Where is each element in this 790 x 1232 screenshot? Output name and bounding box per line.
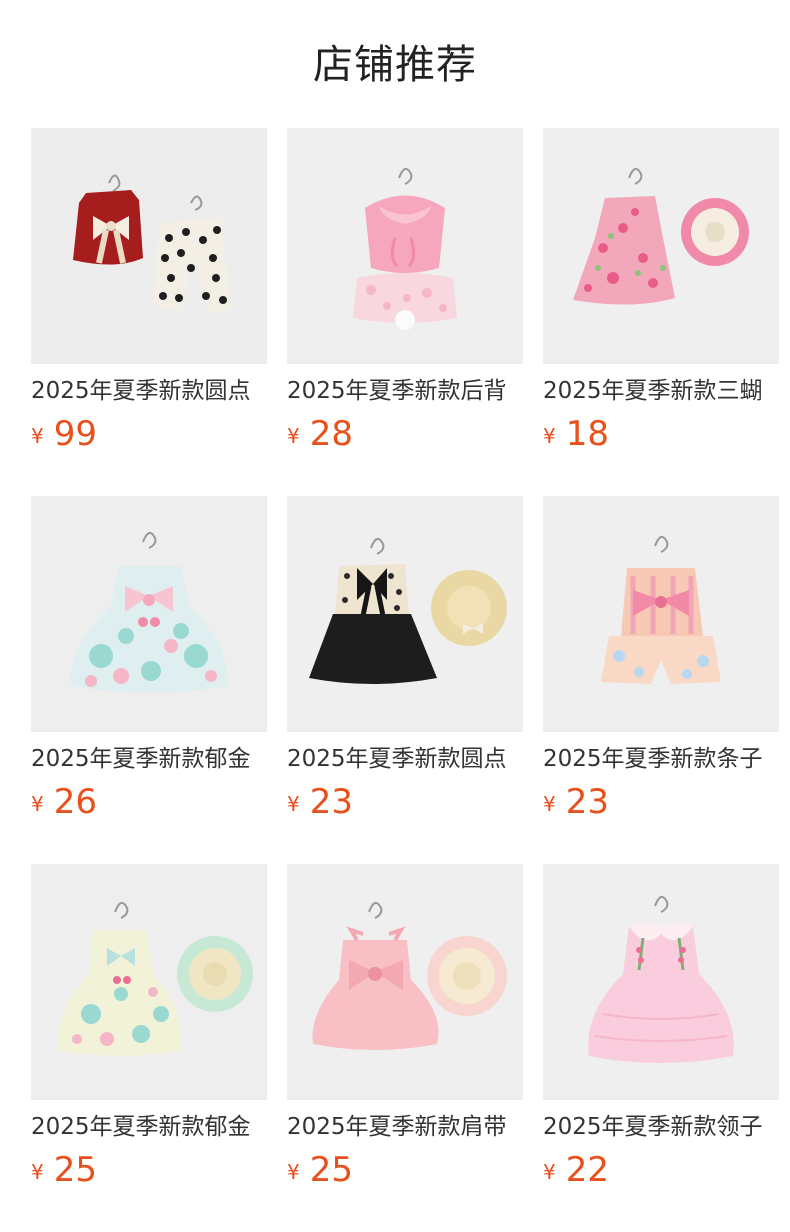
product-price: ¥99 <box>31 416 267 458</box>
product-price: ¥26 <box>31 784 267 826</box>
currency-symbol: ¥ <box>543 792 556 816</box>
product-price: ¥23 <box>543 784 779 826</box>
price-value: 18 <box>565 414 609 454</box>
product-card[interactable]: 2025年夏季新款郁金 ¥26 <box>31 496 267 826</box>
currency-symbol: ¥ <box>543 424 556 448</box>
product-image[interactable] <box>543 128 779 364</box>
product-image[interactable] <box>31 496 267 732</box>
product-price: ¥22 <box>543 1152 779 1194</box>
price-value: 22 <box>565 1150 609 1190</box>
product-card[interactable]: 2025年夏季新款肩带 ¥25 <box>287 864 523 1194</box>
currency-symbol: ¥ <box>31 1160 44 1184</box>
currency-symbol: ¥ <box>543 1160 556 1184</box>
product-image[interactable] <box>31 128 267 364</box>
product-image[interactable] <box>287 496 523 732</box>
product-name[interactable]: 2025年夏季新款肩带 <box>287 1112 523 1142</box>
product-image[interactable] <box>31 864 267 1100</box>
product-name[interactable]: 2025年夏季新款郁金 <box>31 1112 267 1142</box>
currency-symbol: ¥ <box>31 424 44 448</box>
product-price: ¥28 <box>287 416 523 458</box>
product-image[interactable] <box>543 864 779 1100</box>
product-name[interactable]: 2025年夏季新款后背 <box>287 376 523 406</box>
shop-recommendations-page: 店铺推荐 2025年夏季新款圆点 ¥ 99 2025年夏季新款后背 ¥ 28 2… <box>0 0 790 1232</box>
price-value: 25 <box>309 1150 353 1190</box>
product-image[interactable] <box>287 864 523 1100</box>
price-value: 99 <box>53 414 97 454</box>
product-name[interactable]: 2025年夏季新款圆点 <box>287 744 523 774</box>
currency-symbol: ¥ <box>287 424 300 448</box>
product-name[interactable]: 2025年夏季新款三蝴 <box>543 376 779 406</box>
product-card[interactable]: 2025年夏季新款领子 ¥22 <box>543 864 779 1194</box>
product-price: ¥23 <box>287 784 523 826</box>
price-value: 26 <box>53 782 97 822</box>
product-name[interactable]: 2025年夏季新款条子 <box>543 744 779 774</box>
product-price: ¥25 <box>31 1152 267 1194</box>
price-value: 28 <box>309 414 353 454</box>
product-card[interactable]: 2025年夏季新款郁金 ¥25 <box>31 864 267 1194</box>
product-name[interactable]: 2025年夏季新款圆点 <box>31 376 267 406</box>
product-name[interactable]: 2025年夏季新款领子 <box>543 1112 779 1142</box>
price-value: 23 <box>309 782 353 822</box>
price-value: 23 <box>565 782 609 822</box>
currency-symbol: ¥ <box>31 792 44 816</box>
product-card[interactable]: 2025年夏季新款后背 ¥28 <box>287 128 523 458</box>
product-card[interactable]: 2025年夏季新款圆点 ¥23 <box>287 496 523 826</box>
product-card[interactable]: 2025年夏季新款圆点 ¥99 <box>31 128 267 458</box>
section-title: 店铺推荐 <box>313 42 477 88</box>
product-price: ¥25 <box>287 1152 523 1194</box>
product-card[interactable]: 2025年夏季新款条子 ¥23 <box>543 496 779 826</box>
product-card[interactable]: 2025年夏季新款三蝴 ¥18 <box>543 128 779 458</box>
product-name[interactable]: 2025年夏季新款郁金 <box>31 744 267 774</box>
currency-symbol: ¥ <box>287 792 300 816</box>
product-image[interactable] <box>543 496 779 732</box>
product-price: ¥18 <box>543 416 779 458</box>
product-image[interactable] <box>287 128 523 364</box>
currency-symbol: ¥ <box>287 1160 300 1184</box>
price-value: 25 <box>53 1150 97 1190</box>
